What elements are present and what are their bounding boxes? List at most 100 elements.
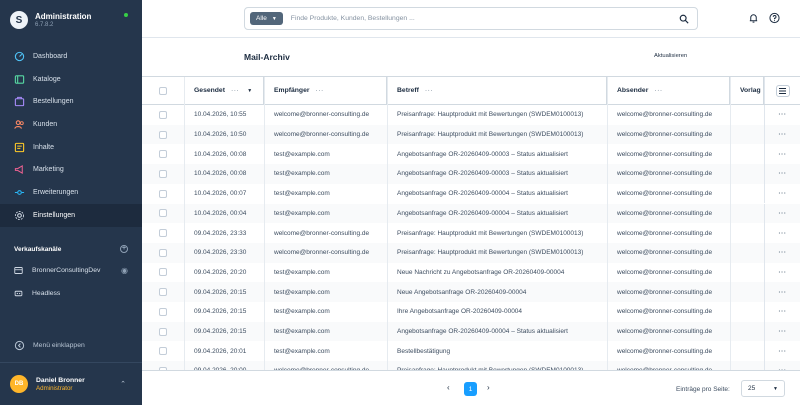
table-row[interactable]: 10.04.2026, 00:08 test@example.com Angebot… (142, 164, 800, 184)
row-actions-menu-icon[interactable]: ··· (779, 348, 787, 355)
table-row[interactable]: 09.04.2026, 23:33 welcome@bronner-consult… (142, 223, 800, 243)
select-all-checkbox[interactable] (159, 86, 167, 95)
row-actions-menu-icon[interactable]: ··· (779, 289, 787, 296)
nav-item-customers[interactable]: Kunden (0, 113, 142, 136)
nav-item-settings[interactable]: Einstellungen (0, 203, 142, 227)
eye-icon[interactable]: ◉ (121, 266, 128, 275)
row-checkbox[interactable] (159, 169, 167, 178)
column-settings-button[interactable] (775, 84, 790, 97)
user-menu[interactable]: DB Daniel Bronner Administrator ⌃ (0, 362, 142, 405)
column-header-label: Vorlag (740, 87, 761, 94)
notifications-bell-icon[interactable] (748, 12, 759, 24)
table-row[interactable]: 10.04.2026, 00:07 test@example.com Angebot… (142, 183, 800, 204)
help-icon[interactable] (769, 12, 780, 24)
table-row[interactable]: 09.04.2026, 20:15 test@example.com Angebot… (142, 321, 800, 342)
column-menu-icon[interactable]: ··· (231, 87, 239, 94)
cell-template (730, 341, 764, 361)
cell-sender: welcome@bronner-consulting.de (617, 111, 713, 119)
cell-sent: 09.04.2026, 20:20 (194, 268, 247, 276)
collapse-menu-button[interactable]: Menü einklappen (14, 340, 85, 351)
row-actions-menu-icon[interactable]: ··· (779, 269, 787, 276)
row-checkbox[interactable] (159, 248, 167, 257)
cell-template (730, 263, 764, 283)
row-checkbox[interactable] (159, 288, 167, 297)
nav-label: Kataloge (33, 75, 61, 83)
row-checkbox[interactable] (159, 110, 167, 119)
table-row[interactable]: 10.04.2026, 00:04 test@example.com Angebot… (142, 203, 800, 224)
row-checkbox[interactable] (159, 130, 167, 139)
shopware-logo-icon: S (10, 11, 28, 29)
table-row[interactable]: 09.04.2026, 20:00welcome@bronner-consult… (142, 361, 800, 370)
user-name: Daniel Bronner (36, 376, 85, 384)
nav-item-catalog[interactable]: Kataloge (0, 68, 142, 91)
row-actions-cell: ··· (764, 262, 800, 283)
table-row[interactable]: 10.04.2026, 10:50 welcome@bronner-consult… (142, 124, 800, 145)
brand[interactable]: S Administration 6.7.8.2 (10, 9, 91, 31)
per-page-select[interactable]: 25 ▼ (741, 380, 785, 397)
sales-channel-item[interactable]: Headless (0, 283, 142, 303)
table-row[interactable]: 10.04.2026, 00:08 test@example.com Angebot… (142, 144, 800, 165)
row-checkbox[interactable] (159, 150, 167, 159)
column-header-sent[interactable]: Gesendet ··· ▼ (184, 77, 264, 104)
column-menu-icon[interactable]: ··· (316, 87, 324, 94)
row-actions-menu-icon[interactable]: ··· (779, 210, 787, 217)
add-sales-channel-icon[interactable]: + (120, 245, 128, 253)
chevron-down-icon: ▼ (271, 15, 277, 22)
table-row[interactable]: 10.04.2026, 10:55 welcome@bronner-consult… (142, 105, 800, 125)
column-header-recipient[interactable]: Empfänger ··· (264, 77, 387, 104)
column-menu-icon[interactable]: ··· (425, 87, 433, 94)
table-row[interactable]: 09.04.2026, 20:15 test@example.com Neue An… (142, 282, 800, 302)
row-actions-menu-icon[interactable]: ··· (779, 328, 787, 335)
refresh-button[interactable]: Aktualisieren (654, 53, 687, 59)
column-menu-icon[interactable]: ··· (654, 87, 662, 94)
table-row[interactable]: 09.04.2026, 23:30 welcome@bronner-consult… (142, 242, 800, 263)
table-row[interactable]: 09.04.2026, 20:20 test@example.com Neue Na… (142, 262, 800, 283)
row-checkbox[interactable] (159, 327, 167, 336)
row-actions-menu-icon[interactable]: ··· (779, 131, 787, 138)
column-header-subject[interactable]: Betreff ··· (387, 77, 607, 104)
row-checkbox[interactable] (159, 189, 167, 198)
row-checkbox[interactable] (159, 347, 167, 356)
next-page-icon[interactable]: › (487, 383, 490, 392)
cell-recipient: welcome@bronner-consulting.de (274, 111, 370, 119)
row-checkbox[interactable] (159, 268, 167, 277)
cell-sent: 09.04.2026, 20:15 (194, 288, 247, 296)
search-icon[interactable] (679, 14, 689, 24)
cell-sender: welcome@bronner-consulting.de (617, 190, 713, 198)
row-actions-menu-icon[interactable]: ··· (779, 308, 787, 315)
row-actions-menu-icon[interactable]: ··· (779, 151, 787, 158)
column-header-sender[interactable]: Absender ··· (607, 77, 730, 104)
cell-recipient: test@example.com (274, 190, 330, 198)
table-row[interactable]: 09.04.2026, 20:15 test@example.com Ihre An… (142, 302, 800, 322)
cell-subject: Preisanfrage: Hauptprodukt mit Bewertung… (397, 111, 584, 119)
row-checkbox[interactable] (159, 209, 167, 218)
row-actions-menu-icon[interactable]: ··· (779, 111, 787, 118)
row-checkbox[interactable] (159, 229, 167, 238)
search-input[interactable] (290, 15, 679, 22)
row-actions-menu-icon[interactable]: ··· (779, 190, 787, 197)
sales-channel-item[interactable]: BronnerConsultingDev ◉ (0, 260, 142, 280)
main-nav: Dashboard Kataloge Bestellungen Kunden I… (0, 45, 142, 227)
table-row[interactable]: 09.04.2026, 20:01 test@example.com Bestell… (142, 341, 800, 362)
row-actions-menu-icon[interactable]: ··· (779, 249, 787, 256)
collapse-icon (14, 340, 25, 351)
cell-recipient: welcome@bronner-consulting.de (274, 249, 370, 257)
cell-sender: welcome@bronner-consulting.de (617, 209, 713, 217)
row-actions-menu-icon[interactable]: ··· (779, 170, 787, 177)
column-header-label: Absender (617, 87, 649, 94)
row-actions-menu-icon[interactable]: ··· (779, 230, 787, 237)
column-header-template[interactable]: Vorlag (730, 77, 764, 104)
nav-item-orders[interactable]: Bestellungen (0, 90, 142, 113)
row-select-cell (142, 223, 184, 243)
nav-item-content[interactable]: Inhalte (0, 136, 142, 159)
sort-descending-icon[interactable]: ▼ (247, 88, 252, 94)
cell-template (730, 105, 764, 125)
row-checkbox[interactable] (159, 307, 167, 316)
search-filter-dropdown[interactable]: Alle ▼ (250, 12, 283, 25)
nav-item-dashboard[interactable]: Dashboard (0, 45, 142, 68)
nav-item-marketing[interactable]: Marketing (0, 158, 142, 181)
current-page-button[interactable]: 1 (464, 382, 477, 396)
previous-page-icon[interactable]: ‹ (447, 383, 450, 392)
nav-item-extensions[interactable]: Erweiterungen (0, 181, 142, 204)
cell-sent: 09.04.2026, 20:15 (194, 308, 247, 316)
